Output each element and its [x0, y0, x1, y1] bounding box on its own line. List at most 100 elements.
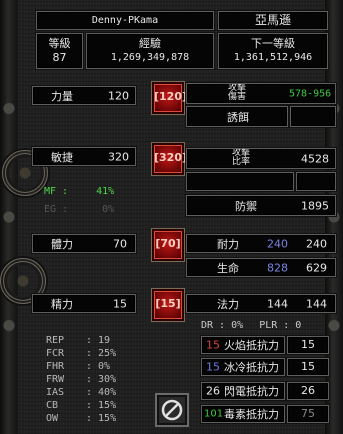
strength-row: 力量 120: [32, 86, 136, 105]
next-level-value: 1,361,512,946: [233, 52, 313, 63]
damage-label: 攻擊 傷害: [187, 84, 287, 102]
close-button[interactable]: [155, 393, 189, 427]
dr-plr-line: DR : 0% PLR : 0: [201, 320, 301, 331]
stat-name: CB: [46, 400, 59, 411]
life-box: 生命 828 629: [186, 258, 336, 277]
energy-add-button[interactable]: [15]: [152, 289, 184, 321]
damage-value: 578-956: [289, 88, 332, 99]
dr-stat: DR : 0%: [201, 320, 244, 331]
skill-box: 誘餌: [186, 106, 288, 127]
stamina-label: 耐力: [217, 237, 239, 251]
fire-resist-number: 15: [206, 338, 220, 352]
next-level-label: 下一等級: [251, 37, 295, 50]
stat-value: : 15%: [86, 400, 117, 411]
no-entry-icon: [161, 399, 183, 421]
skill-label: 誘餌: [227, 110, 249, 124]
fire-resist-value: 15: [287, 336, 329, 354]
stat-value: : 40%: [86, 387, 117, 398]
damage-box: 攻擊 傷害 578-956: [186, 83, 336, 104]
strength-label: 力量: [51, 89, 73, 103]
stat-row-frw: FRW : 30%: [46, 373, 146, 386]
mana-box: 法力 144 144: [186, 294, 336, 313]
life-current: 828: [267, 261, 288, 274]
strength-add-button[interactable]: [120]: [152, 82, 188, 114]
mf-value: 41%: [96, 186, 115, 197]
energy-label: 精力: [51, 297, 73, 311]
experience-box: 經驗 1,269,349,878: [86, 33, 214, 69]
life-label: 生命: [217, 261, 239, 275]
dexterity-label: 敏捷: [51, 150, 73, 164]
vitality-add-icon: [70]: [155, 237, 181, 250]
defense-value: 1895: [301, 199, 329, 212]
character-name: Denny-PKama: [36, 11, 214, 30]
stat-row-cb: CB : 15%: [46, 399, 146, 412]
stat-row-rep: REP : 19: [46, 334, 146, 347]
stamina-box: 耐力 240 240: [186, 234, 336, 253]
stamina-max: 240: [306, 237, 327, 250]
cold-resist-value: 15: [287, 358, 329, 376]
stat-value: : 15%: [86, 413, 117, 424]
stat-name: OW: [46, 413, 59, 424]
fire-resist-row: 15 火焰抵抗力 15: [201, 336, 329, 354]
dexterity-row: 敏捷 320: [32, 147, 136, 166]
strength-add-icon: [120]: [154, 90, 188, 103]
secondary-stats-list: REP: 19 FCR: 25% FHR: 0% FRW: 30% IAS: 40% CB…: [46, 334, 146, 425]
attack-rating-value: 4528: [301, 152, 329, 165]
stat-row-fhr: FHR : 0%: [46, 360, 146, 373]
energy-row: 精力 15: [32, 294, 136, 313]
mf-label: MF :: [44, 186, 69, 197]
fire-resist-label: 火焰抵抗力: [224, 339, 279, 352]
fire-resist-label-box: 15 火焰抵抗力: [201, 336, 285, 354]
stat-value: : 0%: [86, 361, 111, 372]
stat-value: : 25%: [86, 348, 117, 359]
stat-row-ow: OW : 15%: [46, 412, 146, 425]
life-max: 629: [306, 261, 327, 274]
dexterity-add-icon: [320]: [154, 151, 188, 164]
eg-stat: EG : 0%: [44, 204, 114, 215]
skill-value-box: [290, 106, 336, 127]
plr-stat: PLR : 0: [259, 320, 302, 331]
cold-resist-label: 冰冷抵抗力: [224, 361, 279, 374]
next-level-box: 下一等級 1,361,512,946: [218, 33, 328, 69]
left-frame-ornament: [0, 0, 18, 434]
blank-stat-box: [186, 172, 294, 191]
experience-value: 1,269,349,878: [110, 52, 190, 63]
character-class: 亞馬遜: [218, 11, 328, 30]
level-label: 等級: [48, 37, 71, 50]
stat-row-fcr: FCR : 25%: [46, 347, 146, 360]
stat-name: FRW: [46, 374, 65, 385]
energy-value: 15: [113, 297, 127, 310]
lightning-resist-number: 26: [206, 384, 220, 398]
mana-current: 144: [267, 297, 288, 310]
stat-name: FCR: [46, 348, 65, 359]
stat-name: IAS: [46, 387, 65, 398]
lightning-resist-label-box: 26 閃電抵抗力: [201, 382, 285, 400]
experience-label: 經驗: [139, 37, 161, 50]
energy-add-icon: [15]: [155, 297, 181, 310]
dexterity-value: 320: [108, 150, 129, 163]
poison-resist-label-box: 101 毒素抵抗力: [201, 405, 285, 423]
dexterity-add-button[interactable]: [320]: [152, 143, 188, 175]
lightning-resist-value: 26: [287, 382, 329, 400]
stat-value: : 19: [86, 335, 111, 346]
mana-max: 144: [306, 297, 327, 310]
poison-resist-row: 101 毒素抵抗力 75: [201, 405, 329, 423]
vitality-row: 體力 70: [32, 234, 136, 253]
eg-value: 0%: [102, 204, 115, 215]
lightning-resist-label: 閃電抵抗力: [224, 385, 279, 398]
stat-name: FHR: [46, 361, 65, 372]
cold-resist-number: 15: [206, 360, 220, 374]
stat-name: REP: [46, 335, 65, 346]
stamina-current: 240: [267, 237, 288, 250]
vitality-add-button[interactable]: [70]: [152, 229, 184, 261]
cold-resist-label-box: 15 冰冷抵抗力: [201, 358, 285, 376]
lightning-resist-row: 26 閃電抵抗力 26: [201, 382, 329, 400]
poison-resist-label: 毒素抵抗力: [224, 408, 279, 421]
stat-value: : 30%: [86, 374, 117, 385]
mana-label: 法力: [217, 297, 239, 311]
poison-resist-number: 101: [204, 408, 224, 420]
level-value: 87: [52, 51, 67, 64]
damage-label-bottom: 傷害: [227, 92, 246, 102]
defense-label: 防禦: [235, 199, 257, 213]
poison-resist-value: 75: [287, 405, 329, 423]
